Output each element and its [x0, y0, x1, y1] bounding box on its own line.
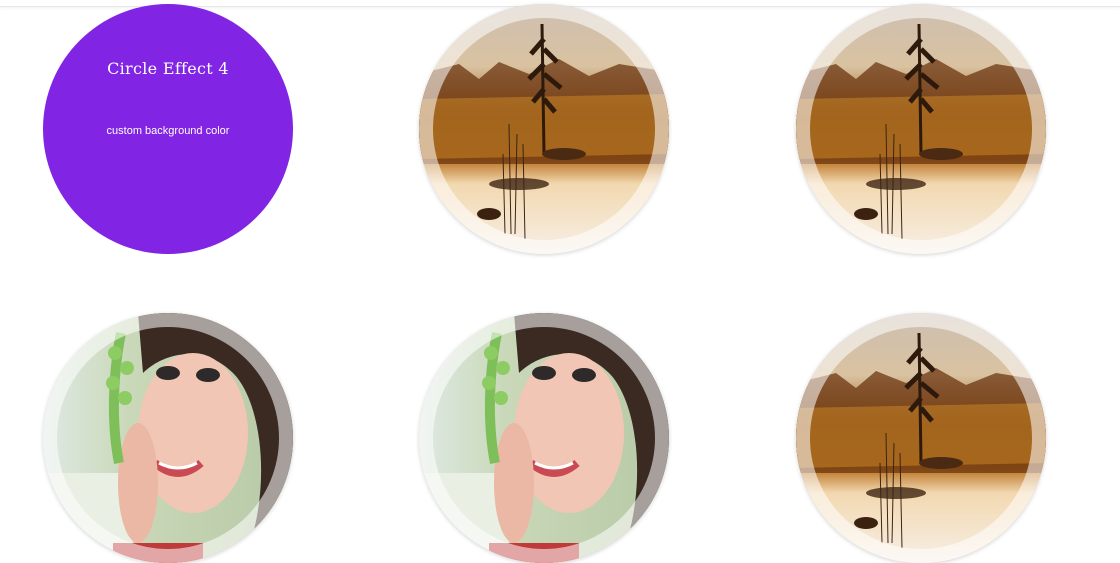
woman-photo-circle[interactable]	[43, 313, 293, 563]
woman-photo-circle[interactable]	[419, 313, 669, 563]
lake-sunrise-photo	[419, 4, 669, 254]
lake-photo-circle[interactable]	[796, 313, 1046, 563]
lake-photo-circle[interactable]	[419, 4, 669, 254]
smiling-woman-photo	[43, 313, 293, 563]
lake-photo-circle[interactable]	[796, 4, 1046, 254]
circle-subtitle: custom background color	[106, 125, 230, 137]
circle-effect-card[interactable]: Circle Effect 4 custom background color	[43, 4, 293, 254]
circle-title: Circle Effect 4	[107, 59, 229, 78]
lake-sunrise-photo	[796, 4, 1046, 254]
lake-sunrise-photo	[796, 313, 1046, 563]
smiling-woman-photo	[419, 313, 669, 563]
